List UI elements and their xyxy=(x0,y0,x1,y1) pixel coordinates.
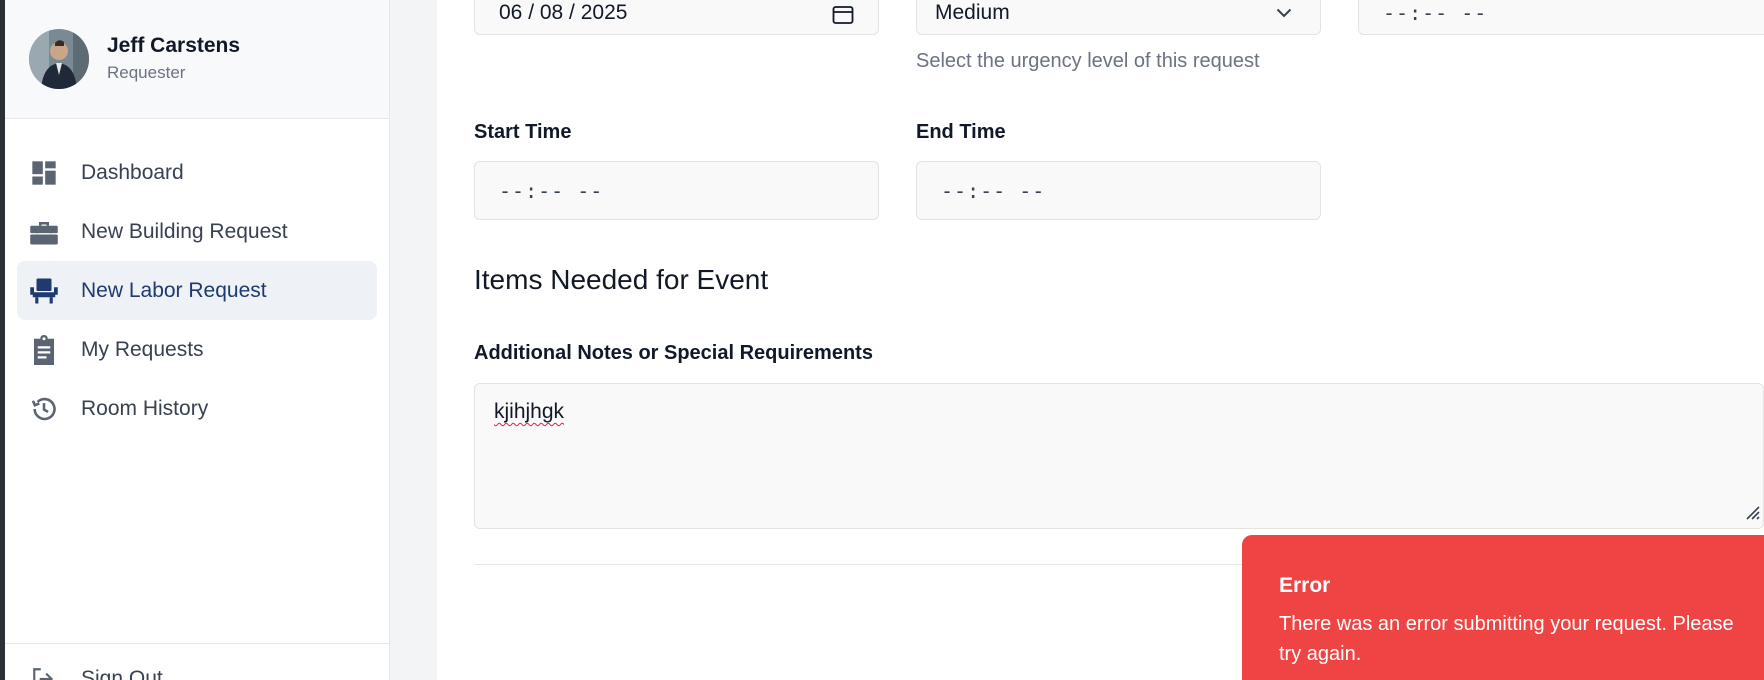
start-time-value: --:-- -- xyxy=(499,178,604,203)
toast-title: Error xyxy=(1279,574,1331,597)
toolbox-icon xyxy=(29,217,59,247)
end-time-input[interactable]: --:-- -- xyxy=(916,161,1321,220)
error-toast[interactable]: Error There was an error submitting your… xyxy=(1242,535,1764,680)
end-time-label: End Time xyxy=(916,121,1006,143)
priority-select[interactable]: Medium xyxy=(916,0,1321,35)
user-profile: Jeff Carstens Requester xyxy=(5,0,389,119)
user-name: Jeff Carstens xyxy=(107,34,241,57)
sidebar: Jeff Carstens Requester Dashboard New Bu… xyxy=(5,0,390,680)
top-time-field[interactable]: --:-- -- xyxy=(1358,0,1764,35)
calendar-icon[interactable] xyxy=(832,5,854,30)
sidebar-item-room-history[interactable]: Room History xyxy=(17,379,377,438)
notes-value: kjihjhgk xyxy=(494,400,565,423)
sidebar-item-label: New Building Request xyxy=(81,219,288,243)
items-section-title: Items Needed for Event xyxy=(474,264,769,295)
sidebar-item-label: My Requests xyxy=(81,337,204,361)
start-time-input[interactable]: --:-- -- xyxy=(474,161,879,220)
dashboard-icon xyxy=(29,158,59,188)
sidebar-item-label: Room History xyxy=(81,396,209,420)
chevron-down-icon xyxy=(1276,5,1292,23)
clipboard-icon xyxy=(29,334,59,365)
priority-help-text: Select the urgency level of this request xyxy=(916,50,1260,72)
notes-label: Additional Notes or Special Requirements xyxy=(474,342,873,364)
sidebar-item-label: New Labor Request xyxy=(81,278,267,302)
resize-handle-icon[interactable] xyxy=(1739,499,1761,526)
event-date-field[interactable]: 06 / 08 / 2025 xyxy=(474,0,879,35)
notes-textarea[interactable]: kjihjhgk xyxy=(474,383,1764,529)
chair-icon xyxy=(29,276,59,306)
signout-label: Sign Out xyxy=(81,667,163,680)
end-time-value: --:-- -- xyxy=(941,178,1046,203)
sidebar-item-my-requests[interactable]: My Requests xyxy=(17,320,377,379)
sidebar-item-new-building-request[interactable]: New Building Request xyxy=(17,202,377,261)
sidebar-item-new-labor-request[interactable]: New Labor Request xyxy=(17,261,377,320)
signout-button[interactable]: Sign Out xyxy=(29,664,163,680)
top-time-value: --:-- -- xyxy=(1383,1,1488,25)
event-date-value: 06 / 08 / 2025 xyxy=(499,1,628,24)
avatar xyxy=(29,29,89,89)
history-icon xyxy=(29,394,59,424)
sidebar-item-dashboard[interactable]: Dashboard xyxy=(17,143,377,202)
sidebar-item-label: Dashboard xyxy=(81,160,184,184)
sidebar-footer: Sign Out xyxy=(5,643,389,680)
start-time-label: Start Time xyxy=(474,121,572,143)
priority-value: Medium xyxy=(935,1,1010,24)
logout-icon xyxy=(29,664,59,680)
toast-message: There was an error submitting your reque… xyxy=(1279,613,1734,665)
user-role: Requester xyxy=(107,63,186,82)
